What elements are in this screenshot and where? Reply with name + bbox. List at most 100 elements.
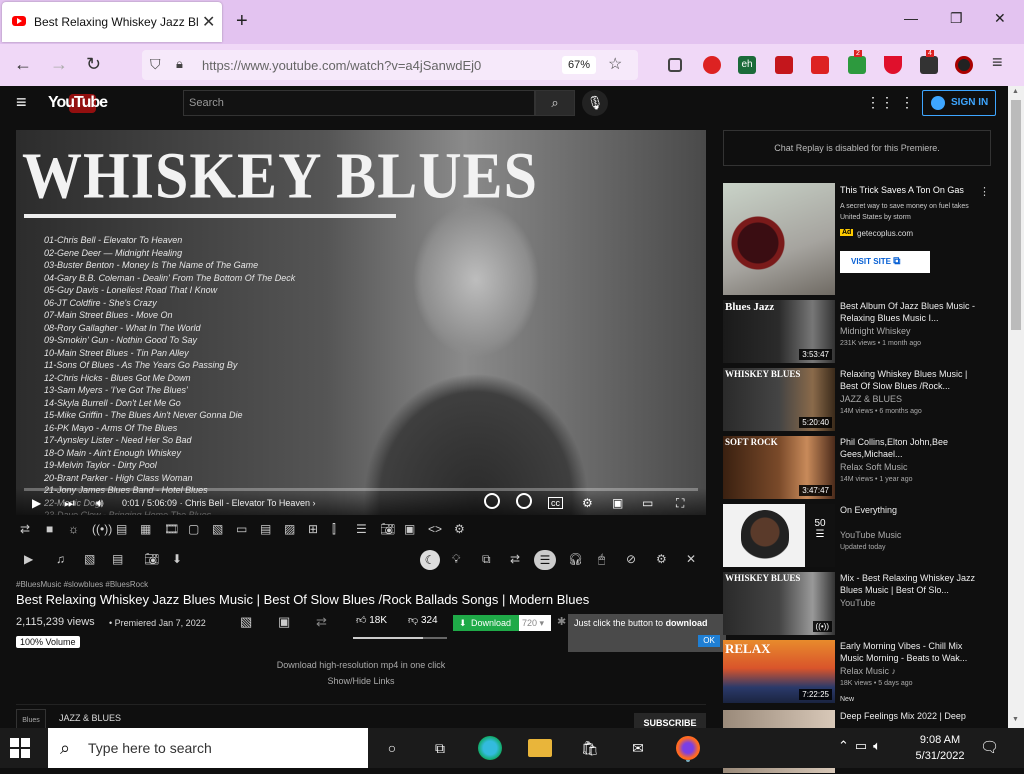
cards-icon[interactable]: ▦ <box>140 522 151 536</box>
repeat-icon[interactable]: ⇄ <box>510 552 520 566</box>
sun-icon[interactable]: ☼ <box>68 522 79 536</box>
scroll-down-icon[interactable]: ▼ <box>1012 716 1019 723</box>
video-thumbnail[interactable]: WHISKEY BLUES 5:20:40 <box>723 368 835 431</box>
recommended-title[interactable]: Mix - Best Relaxing Whiskey Jazz Blues M… <box>840 572 980 596</box>
settings-dots-icon[interactable]: ⋮ <box>900 94 914 111</box>
video-thumbnail[interactable]: 50 ☰ <box>723 504 835 567</box>
firefox-icon[interactable] <box>676 736 700 760</box>
screen-icon[interactable]: ▭ <box>236 522 247 536</box>
youtube-ext-icon[interactable] <box>703 56 721 74</box>
recommended-title[interactable]: Relaxing Whiskey Blues Music | Best Of S… <box>840 368 980 392</box>
popout-icon[interactable]: ⧉ <box>482 552 491 567</box>
sign-in-button[interactable]: SIGN IN <box>922 90 996 116</box>
reload-icon[interactable]: ↻ <box>86 54 101 75</box>
hide-icon[interactable]: ⊘ <box>626 552 636 566</box>
file-explorer-icon[interactable] <box>528 739 552 757</box>
fullscreen-icon[interactable]: ⛶ <box>676 496 684 511</box>
comment-icon[interactable]: ▤ <box>260 522 271 536</box>
dislike-button[interactable]: 👎︎ 324 <box>408 614 438 626</box>
browser-tab-active[interactable]: Best Relaxing Whiskey Jazz Blues ✕ <box>2 2 222 42</box>
music-note-icon[interactable]: ♫ <box>56 552 65 566</box>
dislike-ext-icon[interactable] <box>811 56 829 74</box>
url-text[interactable]: https://www.youtube.com/watch?v=a4jSanwd… <box>202 58 481 73</box>
like-button[interactable]: 👍︎ 18K <box>356 614 387 626</box>
address-bar[interactable]: ⛉ 🔒︎ https://www.youtube.com/watch?v=a4j… <box>142 50 638 80</box>
recommended-video[interactable]: Blues Jazz 3:53:47 Best Album Of Jazz Blue… <box>723 300 993 364</box>
headphones-icon[interactable]: 🎧︎ <box>568 552 583 566</box>
picture-icon[interactable]: ▧ <box>212 522 223 536</box>
mail-icon[interactable]: ✉ <box>626 736 650 760</box>
lightbulb-icon[interactable]: 💡︎ <box>452 552 460 567</box>
task-view-icon[interactable]: ⧉ <box>428 736 452 760</box>
pin-icon[interactable]: ✱ <box>557 615 566 628</box>
close-toolbar-icon[interactable]: ✕ <box>686 552 696 566</box>
recommended-channel[interactable]: JAZZ & BLUES <box>840 394 902 404</box>
channel-name[interactable]: JAZZ & BLUES <box>59 713 121 723</box>
pocket-icon[interactable] <box>668 58 682 72</box>
cast-icon[interactable]: ((•)) <box>92 522 112 536</box>
scrollbar-thumb[interactable] <box>1011 100 1021 330</box>
recommended-title[interactable]: Deep Feelings Mix 2022 | Deep <box>840 710 980 722</box>
loop-icon[interactable]: ⇄ <box>20 522 30 536</box>
download-ext-icon[interactable]: 2 <box>848 50 866 74</box>
video-player[interactable]: WHISKEY BLUES 01-Chris Bell - Elevator T… <box>16 130 706 515</box>
video-thumbnail[interactable]: Blues Jazz 3:53:47 <box>723 300 835 363</box>
frame-icon[interactable]: ▢ <box>188 522 199 536</box>
ad-thumbnail[interactable] <box>723 183 835 295</box>
recommended-channel[interactable]: YouTube Music <box>840 530 901 540</box>
ad-title[interactable]: This Trick Saves A Ton On Gas <box>840 185 964 195</box>
image-frame-icon[interactable]: ▧ <box>240 614 252 630</box>
new-tab-button[interactable]: + <box>236 10 248 33</box>
recommended-video[interactable]: RELAX 7:22:25 Early Morning Vibes - Chill … <box>723 640 993 704</box>
progress-bar[interactable] <box>24 488 698 491</box>
video-thumbnail[interactable]: WHISKEY BLUES ((•)) <box>723 572 835 635</box>
loop-video-icon[interactable]: ⇄ <box>316 614 327 630</box>
code-icon[interactable]: <> <box>428 522 442 536</box>
recommended-video[interactable]: WHISKEY BLUES ((•)) Mix - Best Relaxing Wh… <box>723 572 993 636</box>
taskbar-search-box[interactable]: ⌕ Type here to search <box>48 728 368 768</box>
hamburger-menu-icon[interactable]: ≡ <box>992 52 1003 73</box>
apps-grid-icon[interactable]: ⋮⋮ <box>866 94 894 111</box>
dark-mode-icon[interactable]: ☾ <box>420 550 440 570</box>
video-thumbnail[interactable]: RELAX 7:22:25 <box>723 640 835 703</box>
hashtags[interactable]: #BluesMusic #slowblues #BluesRock <box>16 580 148 589</box>
search-button[interactable]: ⌕ <box>535 90 575 116</box>
shield-icon[interactable]: ⛉ <box>150 56 161 73</box>
miniplayer-icon[interactable]: ▣ <box>612 496 623 510</box>
recommended-video[interactable]: WHISKEY BLUES 5:20:40 Relaxing Whiskey Blu… <box>723 368 993 432</box>
photo-icon[interactable]: ▧ <box>84 552 95 566</box>
settings-gear-icon[interactable]: ⚙ <box>582 496 593 510</box>
scroll-up-icon[interactable]: ▲ <box>1012 88 1019 95</box>
more-options-icon[interactable]: ⋮ <box>979 185 990 198</box>
camera-icon[interactable]: 📷︎ <box>380 522 395 536</box>
lock-icon[interactable]: 🔒︎ <box>176 56 183 72</box>
windows-start-icon[interactable] <box>10 738 30 758</box>
image-icon[interactable]: ▣ <box>404 522 415 536</box>
bookmark-star-icon[interactable]: ☆ <box>608 54 622 74</box>
play-shield-icon[interactable] <box>516 493 532 509</box>
store-bag-icon[interactable]: 🛍︎ <box>578 736 602 760</box>
recommended-title[interactable]: Early Morning Vibes - Chill Mix Music Mo… <box>840 640 980 664</box>
system-tray[interactable]: ⌃▭🔈︎ <box>838 738 887 754</box>
cortana-icon[interactable]: ○ <box>380 736 404 760</box>
add-box-icon[interactable]: ⊞ <box>308 522 318 536</box>
eh-ext-icon[interactable]: eh <box>738 56 756 74</box>
play-icon[interactable]: ▶ <box>32 496 41 510</box>
recommended-video[interactable]: SOFT ROCK 3:47:47 Phil Collins,Elton John,… <box>723 436 993 500</box>
zoom-level-button[interactable]: 67% <box>562 56 596 74</box>
film-icon[interactable]: 🎞︎ <box>164 522 179 536</box>
captions-icon[interactable]: cc <box>548 497 563 509</box>
red-ext-icon[interactable] <box>775 56 793 74</box>
recommended-channel[interactable]: Midnight Whiskey <box>840 326 911 336</box>
subtitles-icon[interactable]: ▤ <box>112 552 123 566</box>
volume-icon[interactable]: 🔊︎ <box>96 496 104 511</box>
minimize-window-button[interactable]: — <box>904 10 918 26</box>
guide-menu-icon[interactable]: ≡ <box>16 92 27 113</box>
video-camera-icon[interactable]: ▶ <box>24 552 33 566</box>
recommended-channel[interactable]: Relax Music ♪ <box>840 666 896 676</box>
edge-browser-icon[interactable] <box>478 736 502 760</box>
recommended-title[interactable]: Phil Collins,Elton John,Bee Gees,Michael… <box>840 436 980 460</box>
forward-arrow-icon[interactable]: → <box>50 54 68 75</box>
notifications-icon[interactable]: 🗨︎ <box>980 738 999 756</box>
taskbar-clock[interactable]: 9:08 AM 5/31/2022 <box>908 732 972 764</box>
